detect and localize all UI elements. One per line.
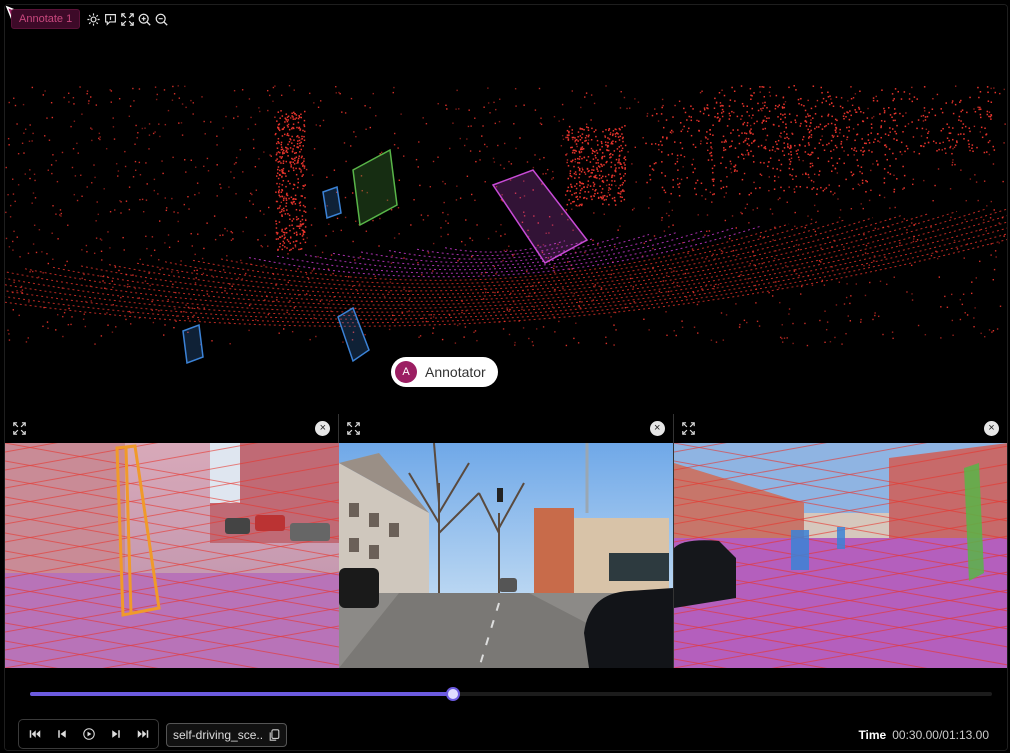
annotator-tag: A Annotator — [391, 357, 498, 387]
point-cloud[interactable] — [5, 5, 1007, 413]
camera-front-image[interactable] — [339, 443, 674, 668]
timeline-progress — [30, 692, 454, 696]
fit-view-icon[interactable] — [120, 12, 135, 27]
skip-end-icon[interactable] — [129, 721, 156, 747]
zoom-out-icon[interactable] — [154, 12, 169, 27]
blue-bounding-box[interactable] — [182, 323, 204, 365]
lidar-viewport[interactable]: A Annotator — [5, 5, 1007, 413]
comment-icon[interactable] — [103, 12, 118, 27]
time-readout: Time 00:30.00/01:13.00 — [858, 728, 989, 742]
play-icon[interactable] — [75, 721, 102, 747]
previous-frame-icon[interactable] — [48, 721, 75, 747]
brightness-icon[interactable] — [86, 12, 101, 27]
camera-panels: × × × — [5, 414, 1007, 668]
camera-right-image[interactable] — [673, 443, 1007, 668]
blue-bounding-box[interactable] — [322, 185, 342, 220]
tab-annotate[interactable]: Annotate 1 — [11, 9, 81, 29]
camera-left-image[interactable] — [5, 443, 339, 668]
close-icon[interactable]: × — [983, 421, 999, 436]
timeline-scrubber[interactable] — [446, 687, 461, 701]
annotator-name: Annotator — [425, 364, 486, 380]
playback-controls — [18, 719, 159, 749]
camera-left-panel: × — [5, 414, 340, 668]
camera-header: × — [339, 414, 672, 443]
camera-front-panel: × — [339, 414, 674, 668]
timeline-bar: self-driving_sce.. Time 00:30.00/01:13.00 — [5, 668, 1007, 750]
close-icon[interactable]: × — [649, 421, 665, 436]
blue-bounding-box — [790, 530, 809, 570]
camera-header: × — [5, 414, 338, 443]
expand-icon[interactable] — [13, 422, 26, 435]
file-name: self-driving_sce.. — [173, 728, 264, 742]
file-name-pill[interactable]: self-driving_sce.. — [166, 723, 288, 747]
time-value: 00:30.00/01:13.00 — [892, 728, 989, 742]
camera-right-panel: × — [673, 414, 1007, 668]
time-label: Time — [858, 728, 887, 742]
timeline-track[interactable] — [30, 687, 992, 701]
point-cloud-points — [5, 85, 1007, 347]
avatar: A — [395, 361, 417, 383]
green-bounding-box[interactable] — [352, 148, 398, 227]
app-window: A Annotator Annotate 1 × × × self-drivin… — [4, 4, 1008, 751]
expand-icon[interactable] — [681, 422, 695, 435]
zoom-in-icon[interactable] — [137, 12, 152, 27]
view-toolbar: Annotate 1 — [11, 9, 169, 29]
copy-icon[interactable] — [269, 729, 280, 741]
close-icon[interactable]: × — [315, 421, 331, 436]
skip-start-icon[interactable] — [21, 721, 48, 747]
camera-header: × — [674, 414, 1007, 443]
expand-icon[interactable] — [347, 422, 361, 435]
next-frame-icon[interactable] — [102, 721, 129, 747]
